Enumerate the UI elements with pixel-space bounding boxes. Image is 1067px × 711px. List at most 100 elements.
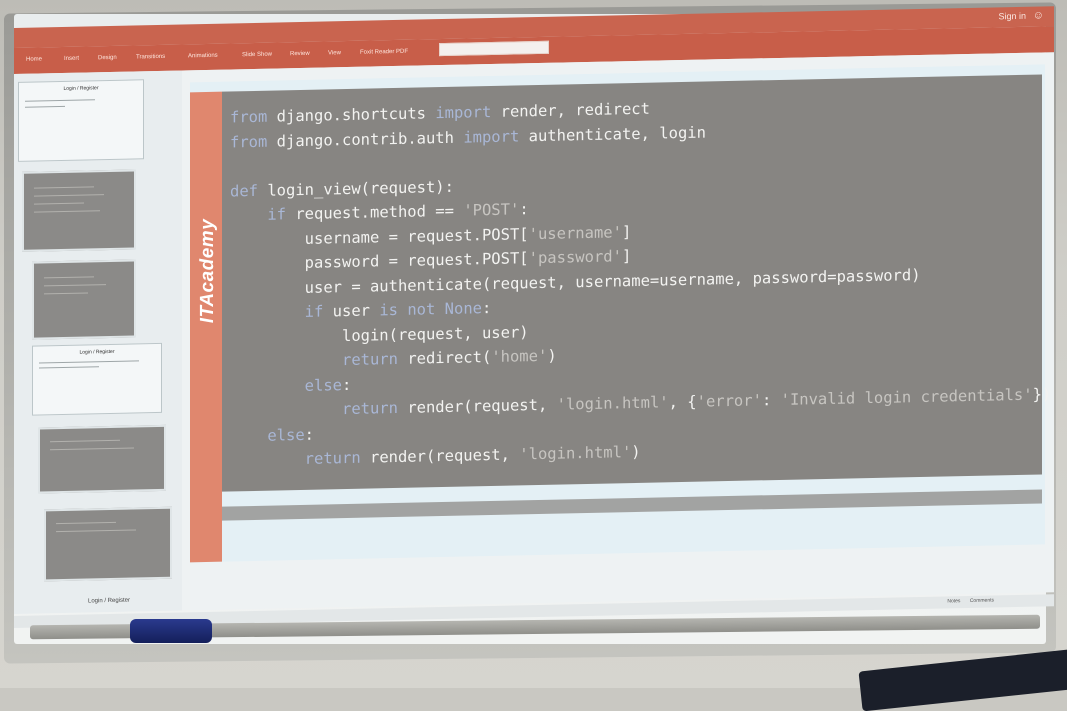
- code-line: if request.method == 'POST':: [230, 200, 529, 225]
- code-keyword: is not: [379, 299, 445, 320]
- code-token: render(request,: [369, 445, 520, 467]
- code-string: 'password': [528, 247, 622, 268]
- code-line: else:: [230, 425, 314, 445]
- code-token: login(request, user): [230, 322, 529, 347]
- notes-button[interactable]: Notes: [947, 598, 960, 604]
- slide-editor: ITAcademy from django.shortcuts import r…: [182, 52, 1054, 611]
- thumbnail-text-line: [39, 360, 139, 364]
- code-token: :: [519, 200, 529, 219]
- slide-thumbnail[interactable]: [44, 506, 172, 582]
- thumbnail-code-line: [44, 284, 106, 287]
- sign-in-link[interactable]: Sign in: [998, 11, 1026, 22]
- code-token: :: [761, 390, 781, 410]
- code-token: user: [332, 301, 380, 321]
- thumbnail-text-line: [39, 366, 99, 369]
- whiteboard-eraser: [130, 619, 212, 643]
- thumbnail-code-line: [50, 439, 120, 443]
- tab-design[interactable]: Design: [98, 55, 117, 61]
- code-string: 'login.html': [556, 393, 669, 414]
- code-line: from django.shortcuts import render, red…: [230, 100, 650, 127]
- slide-thumbnail[interactable]: [38, 424, 166, 494]
- code-keyword: else: [267, 425, 305, 445]
- thumbnail-code-line: [50, 447, 134, 451]
- thumbnail-code-line: [34, 202, 84, 205]
- current-slide[interactable]: ITAcademy from django.shortcuts import r…: [190, 64, 1051, 563]
- thumbnail-title: Login / Register: [63, 85, 99, 92]
- code-block: from django.shortcuts import render, red…: [222, 74, 1051, 492]
- notes-bar[interactable]: [222, 489, 1042, 521]
- comments-button[interactable]: Comments: [970, 597, 994, 604]
- code-keyword: if: [304, 302, 333, 321]
- thumbnail-code-line: [56, 521, 116, 525]
- tab-review[interactable]: Review: [290, 51, 310, 57]
- thumbnail-code-line: [44, 292, 88, 295]
- code-line: return render(request, 'login.html'): [230, 443, 641, 470]
- code-line: return redirect('home'): [230, 347, 557, 372]
- code-token: :: [304, 425, 314, 444]
- tab-transitions[interactable]: Transitions: [136, 54, 165, 61]
- tab-insert[interactable]: Insert: [64, 56, 79, 62]
- code-token: ]: [621, 222, 632, 241]
- tell-me-search-input[interactable]: [439, 40, 549, 57]
- code-string: 'home': [491, 346, 548, 367]
- code-line: from django.contrib.auth import authenti…: [230, 123, 706, 151]
- code-string: 'login.html': [519, 443, 632, 464]
- code-line: def login_view(request):: [230, 177, 454, 200]
- code-token: :: [341, 375, 352, 394]
- code-text: from django.shortcuts import render, red…: [230, 88, 1051, 473]
- code-string: 'Invalid login credentials': [780, 385, 1033, 409]
- code-keyword: return: [304, 448, 370, 468]
- code-token: render, redirect: [500, 99, 650, 121]
- code-keyword: def: [230, 181, 268, 200]
- code-token: ]: [621, 247, 632, 266]
- slide-thumbnail[interactable]: [22, 169, 136, 252]
- code-token: username = request.POST[: [230, 224, 529, 249]
- code-keyword: None: [444, 299, 482, 318]
- brand-sidebar: ITAcademy: [190, 91, 222, 563]
- code-token: login_view(request):: [267, 177, 454, 200]
- code-keyword: import: [435, 102, 501, 123]
- tab-slide-show[interactable]: Slide Show: [242, 52, 272, 59]
- code-line: return render(request, 'login.html', {'e…: [230, 385, 1051, 420]
- code-token: }): [1032, 385, 1052, 404]
- code-string: 'username': [528, 222, 622, 243]
- tab-foxit-reader-pdf[interactable]: Foxit Reader PDF: [360, 49, 408, 56]
- thumbnail-title: Login / Register: [79, 348, 115, 356]
- tab-animations[interactable]: Animations: [188, 53, 218, 60]
- code-token: render(request,: [407, 395, 557, 417]
- code-keyword: return: [341, 398, 408, 419]
- tab-home[interactable]: Home: [26, 56, 42, 62]
- code-line: if user is not None:: [230, 299, 492, 323]
- code-token: request.method ==: [295, 201, 464, 224]
- code-string: 'POST': [463, 200, 520, 220]
- slide-thumbnail[interactable]: [32, 259, 136, 340]
- code-line: password = request.POST['password']: [230, 247, 632, 273]
- status-right-group: Notes Comments: [939, 597, 994, 604]
- thumbnail-code-line: [34, 194, 104, 197]
- code-keyword: from: [230, 131, 277, 151]
- code-keyword: if: [267, 205, 296, 224]
- slide-thumbnail[interactable]: Login / Register: [18, 79, 144, 162]
- slide-thumbnails-pane: Login / Register Login / Register Login …: [14, 70, 183, 614]
- thumbnail-code-line: [34, 186, 94, 189]
- code-token: django.contrib.auth: [276, 128, 464, 150]
- code-keyword: from: [230, 107, 277, 127]
- thumbnail-code-line: [56, 529, 136, 533]
- brand-logo: ITAcademy: [192, 212, 220, 333]
- code-token: authenticate, login: [528, 123, 706, 145]
- code-line: username = request.POST['username']: [230, 222, 632, 249]
- thumbnail-title: Login / Register: [87, 597, 131, 605]
- whiteboard: Sign in ☺ Home Insert Design Transitions…: [14, 6, 1054, 644]
- tab-view[interactable]: View: [328, 50, 341, 56]
- code-token: ): [631, 442, 641, 462]
- code-token: redirect(: [407, 348, 492, 368]
- code-string: 'error': [696, 391, 762, 411]
- slide-thumbnail[interactable]: Login / Register: [32, 342, 162, 416]
- person-icon[interactable]: ☺: [1033, 9, 1044, 21]
